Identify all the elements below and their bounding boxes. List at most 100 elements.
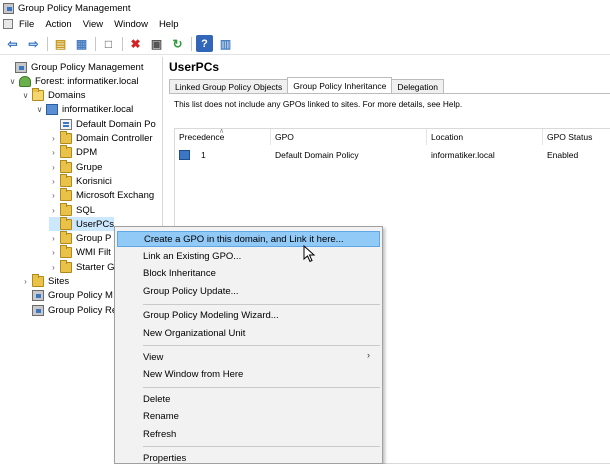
- back-icon[interactable]: ⇦: [4, 35, 21, 52]
- tree-item-group-policy-re[interactable]: Group Policy Re: [21, 303, 117, 317]
- menu-bar: File Action View Window Help: [0, 16, 610, 32]
- tree-item-forest-informatiker-local[interactable]: ∨ Forest: informatiker.local: [8, 74, 138, 88]
- gpo-link-icon: [179, 150, 190, 160]
- toolbar-separator: [95, 36, 96, 51]
- menu-item-group-policy-update[interactable]: Group Policy Update...: [117, 283, 380, 299]
- column-header-gpo[interactable]: GPO: [271, 129, 427, 145]
- cell-location: informatiker.local: [431, 150, 495, 160]
- menu-item-block-inheritance[interactable]: Block Inheritance: [117, 266, 380, 282]
- tree-item-microsoft-exchang[interactable]: › Microsoft Exchang: [49, 188, 154, 203]
- tree-item-dpm[interactable]: › DPM: [49, 145, 97, 160]
- collapsed-chevron-icon[interactable]: ›: [49, 134, 58, 143]
- tree-item-informatiker-local[interactable]: ∨ informatiker.local: [35, 103, 133, 117]
- column-header-precedence[interactable]: Precedence ∧: [175, 128, 271, 145]
- tree-item-label: Group Policy Management: [31, 61, 144, 73]
- ou-folder-icon: [60, 145, 72, 159]
- menu-item-new-window-from-here[interactable]: New Window from Here: [117, 367, 380, 383]
- ou-folder-icon: [60, 202, 72, 216]
- menu-action[interactable]: Action: [45, 19, 71, 30]
- toolbar-separator: [122, 36, 123, 51]
- up-folder-icon[interactable]: ▤: [52, 35, 69, 52]
- tree-item-label: Grupe: [76, 161, 103, 173]
- tree-item-label: Starter G: [76, 261, 115, 273]
- submenu-arrow-icon: ›: [367, 350, 370, 361]
- info-note: This list does not include any GPOs link…: [174, 99, 463, 109]
- tree-item-label: Group Policy Re: [48, 304, 118, 316]
- tree-item-label: SQL: [76, 204, 96, 216]
- copy-icon[interactable]: □: [100, 35, 117, 52]
- tree-item-userpcs[interactable]: UserPCs: [49, 216, 115, 232]
- properties-icon[interactable]: ▣: [148, 35, 165, 52]
- tree-item-label: Domains: [48, 90, 86, 102]
- collapsed-chevron-icon[interactable]: ›: [49, 234, 58, 243]
- refresh-icon[interactable]: ↻: [169, 35, 186, 52]
- ou-folder-icon: [60, 259, 72, 273]
- title-bar: Group Policy Management: [0, 0, 610, 16]
- context-menu: Create a GPO in this domain, and Link it…: [114, 226, 383, 464]
- expanded-chevron-icon[interactable]: ∨: [35, 105, 44, 114]
- tree-item-grupe[interactable]: › Grupe: [49, 159, 103, 174]
- tab-linked-gpos[interactable]: Linked Group Policy Objects: [169, 79, 289, 93]
- system-menu-icon[interactable]: [3, 19, 13, 29]
- menu-view[interactable]: View: [83, 19, 103, 30]
- tree-item-group-policy-m[interactable]: Group Policy M: [21, 289, 113, 303]
- tree-item-default-domain-po[interactable]: Default Domain Po: [49, 117, 156, 131]
- menu-item-delete[interactable]: Delete: [117, 391, 380, 407]
- menu-item-new-organizational-unit[interactable]: New Organizational Unit: [117, 325, 380, 341]
- collapsed-chevron-icon[interactable]: ›: [49, 248, 58, 257]
- collapsed-chevron-icon[interactable]: ›: [49, 191, 58, 200]
- menu-item-rename[interactable]: Rename: [117, 409, 380, 425]
- ou-folder-icon: [60, 245, 72, 259]
- collapsed-chevron-icon[interactable]: ›: [49, 263, 58, 272]
- menu-item-properties[interactable]: Properties: [117, 450, 380, 464]
- menu-item-refresh[interactable]: Refresh: [117, 426, 380, 442]
- tree-item-group-p[interactable]: › Group P: [49, 231, 111, 246]
- delete-icon[interactable]: ✖: [127, 35, 144, 52]
- tree-item-group-policy-management[interactable]: Group Policy Management: [4, 60, 143, 74]
- sort-up-icon: ∧: [219, 128, 225, 135]
- tree-item-label: Forest: informatiker.local: [35, 75, 139, 87]
- column-header-location[interactable]: Location: [427, 129, 543, 145]
- ou-folder-icon: [60, 216, 72, 230]
- collapsed-chevron-icon[interactable]: ›: [49, 163, 58, 172]
- tree-item-starter-g[interactable]: › Starter G: [49, 259, 115, 274]
- ou-folder-icon: [60, 231, 72, 245]
- expanded-chevron-icon[interactable]: ∨: [8, 77, 17, 86]
- tree-item-wmi-filt[interactable]: › WMI Filt: [49, 245, 111, 260]
- collapsed-chevron-icon[interactable]: ›: [49, 206, 58, 215]
- tree-item-label: WMI Filt: [76, 247, 111, 259]
- tree-item-korisnici[interactable]: › Korisnici: [49, 173, 112, 188]
- view-icon[interactable]: ▥: [217, 35, 234, 52]
- tree-item-domains[interactable]: ∨ Domains: [21, 88, 86, 103]
- menu-item-view[interactable]: View ›: [117, 349, 380, 365]
- show-hide-tree-icon[interactable]: ▦: [73, 35, 90, 52]
- menu-item-create-a-gpo-in-this-domain-and-link-it-here[interactable]: Create a GPO in this domain, and Link it…: [117, 231, 380, 247]
- help-icon[interactable]: ?: [196, 35, 213, 52]
- menu-help[interactable]: Help: [159, 19, 179, 30]
- collapsed-chevron-icon[interactable]: ›: [49, 148, 58, 157]
- tree-item-domain-controller[interactable]: › Domain Controller: [49, 131, 153, 146]
- forward-icon[interactable]: ⇨: [25, 35, 42, 52]
- tab-gpo-inheritance[interactable]: Group Policy Inheritance: [287, 77, 393, 93]
- menu-separator: [143, 345, 380, 347]
- window-title: Group Policy Management: [18, 2, 131, 14]
- menu-file[interactable]: File: [19, 19, 34, 30]
- domain-icon: [46, 104, 58, 116]
- toolbar-separator: [47, 36, 48, 51]
- tree-item-sql[interactable]: › SQL: [49, 202, 96, 217]
- ou-folder-icon: [60, 131, 72, 144]
- menu-item-group-policy-modeling-wizard[interactable]: Group Policy Modeling Wizard...: [117, 308, 380, 324]
- menu-separator: [143, 446, 380, 448]
- cell-status: Enabled: [547, 150, 579, 160]
- collapsed-chevron-icon[interactable]: ›: [49, 177, 58, 186]
- tab-delegation[interactable]: Delegation: [391, 79, 444, 93]
- expanded-chevron-icon[interactable]: ∨: [21, 91, 30, 100]
- tree-item-sites[interactable]: › Sites: [21, 274, 69, 289]
- tab-strip: Linked Group Policy Objects Group Policy…: [169, 77, 444, 93]
- menu-window[interactable]: Window: [114, 19, 148, 30]
- column-header-gpo-status[interactable]: GPO Status: [543, 129, 610, 145]
- cell-precedence: 1: [201, 150, 206, 160]
- table-row[interactable]: 1 Default Domain Policy informatiker.loc…: [175, 149, 610, 163]
- menu-item-link-an-existing-gpo[interactable]: Link an Existing GPO...: [117, 248, 380, 264]
- collapsed-chevron-icon[interactable]: ›: [21, 277, 30, 286]
